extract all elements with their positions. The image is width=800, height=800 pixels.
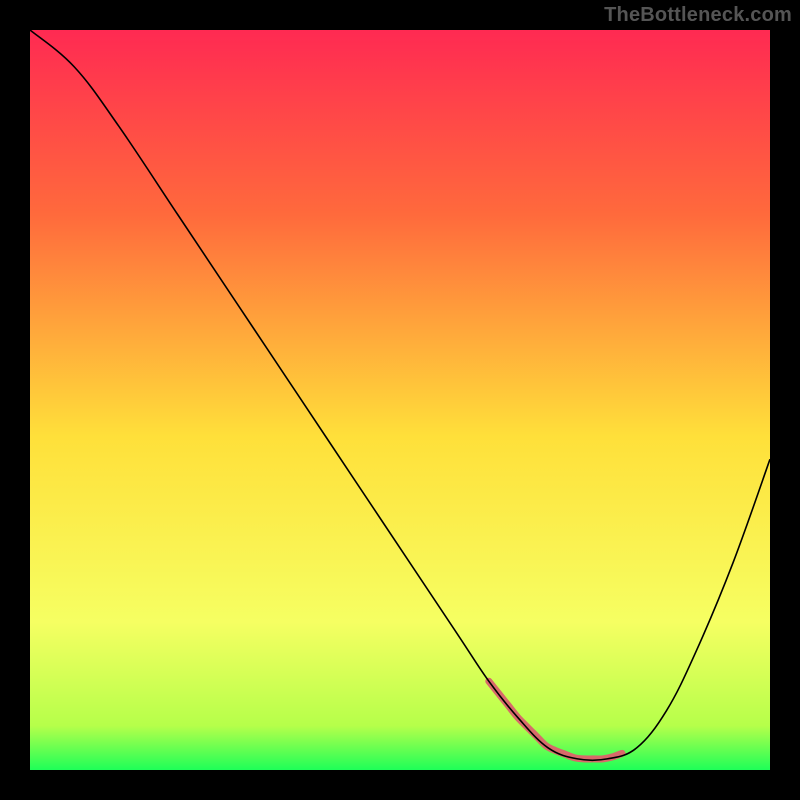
plot-svg xyxy=(30,30,770,770)
chart-stage: TheBottleneck.com xyxy=(0,0,800,800)
plot-frame xyxy=(30,30,770,770)
gradient-background xyxy=(30,30,770,770)
watermark-text: TheBottleneck.com xyxy=(604,4,792,27)
